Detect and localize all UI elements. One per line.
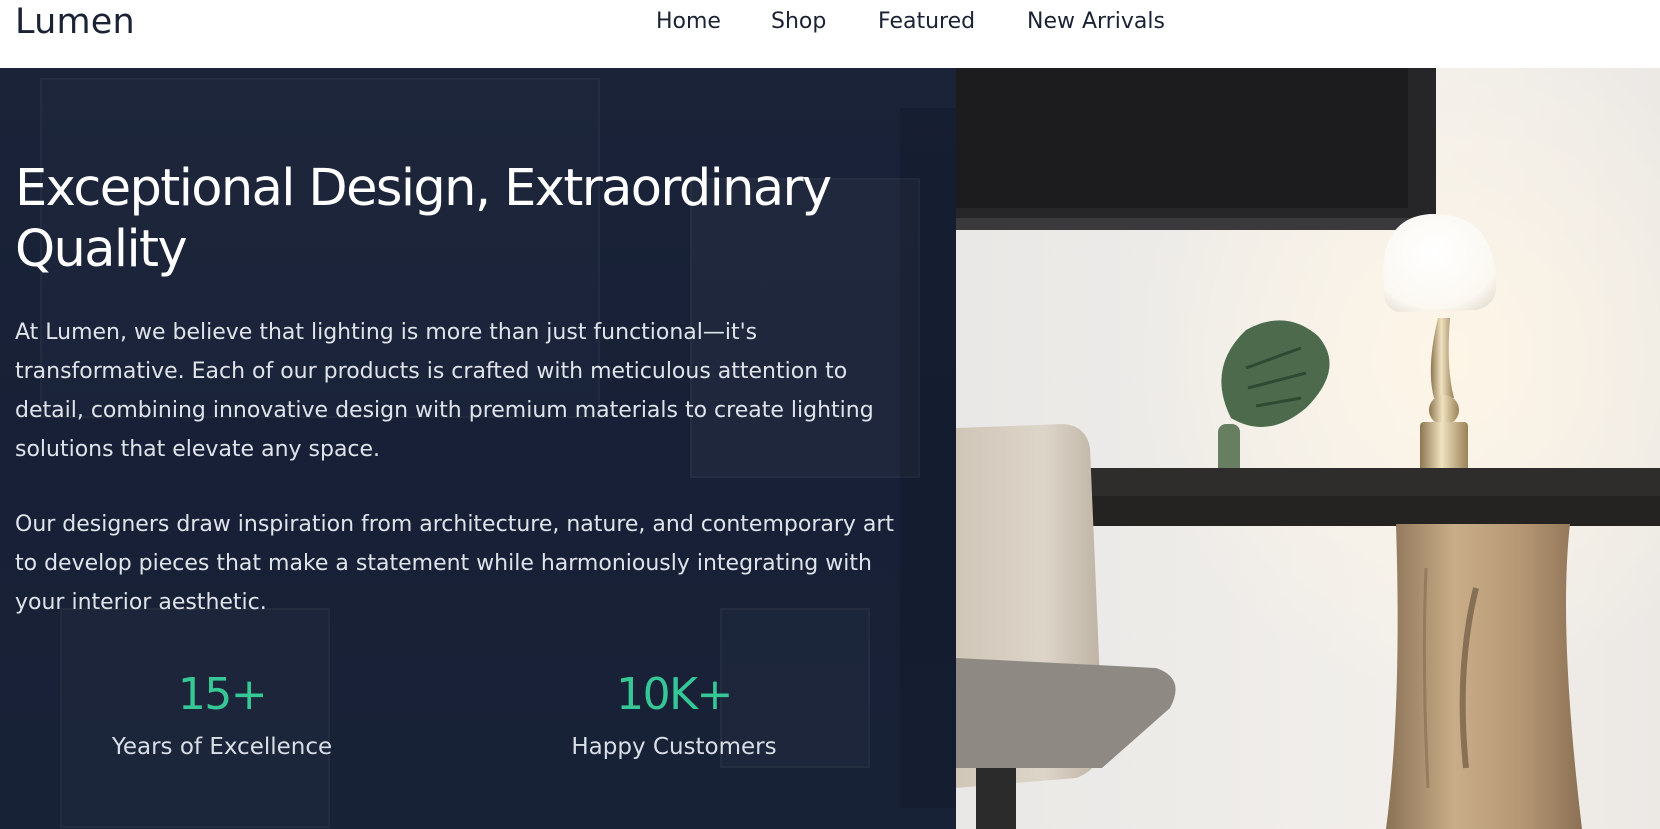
hero-text-panel: Exceptional Design, Extraordinary Qualit… <box>0 68 956 829</box>
stat-value: 15+ <box>177 669 268 720</box>
nav-link-featured[interactable]: Featured <box>878 9 975 34</box>
stat-label: Happy Customers <box>571 734 777 760</box>
hero-image <box>956 68 1660 829</box>
nav-link-new-arrivals[interactable]: New Arrivals <box>1027 9 1165 34</box>
desk-lamp-photo <box>956 68 1660 829</box>
stat-years: 15+ Years of Excellence <box>72 668 372 762</box>
brand-logo[interactable]: Lumen <box>15 2 135 42</box>
top-navigation: Lumen Home Shop Featured New Arrivals <box>0 0 1660 68</box>
nav-link-home[interactable]: Home <box>656 9 721 34</box>
hero-title: Exceptional Design, Extraordinary Qualit… <box>15 159 832 279</box>
stat-label: Years of Excellence <box>111 734 333 760</box>
stat-value: 10K+ <box>616 669 733 720</box>
hero-paragraph-2: Our designers draw inspiration from arch… <box>15 512 895 615</box>
nav-link-shop[interactable]: Shop <box>771 9 826 34</box>
hero-paragraph-1: At Lumen, we believe that lighting is mo… <box>15 320 874 462</box>
stat-customers: 10K+ Happy Customers <box>524 668 824 762</box>
